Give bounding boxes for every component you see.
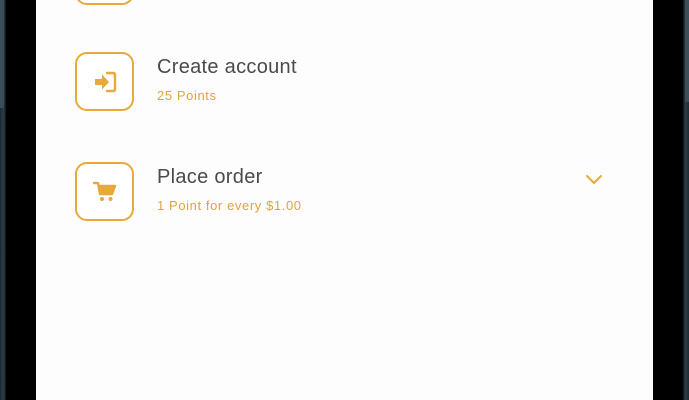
reward-points: 25 Points: [157, 88, 217, 103]
phone-frame: Create account 25 Points Place order 1 P…: [0, 0, 689, 400]
reward-item-create-account[interactable]: Create account 25 Points: [36, 50, 653, 130]
sign-in-icon: [94, 71, 116, 92]
reward-title: Create account: [157, 56, 297, 78]
reward-title: Place order: [157, 166, 263, 188]
reward-item-place-order[interactable]: Place order 1 Point for every $1.00: [36, 160, 653, 240]
phone-side-button-left: [0, 0, 4, 108]
cart-icon: [92, 181, 116, 201]
previous-item-icon-box: [75, 0, 134, 5]
reward-icon-box: [75, 52, 134, 111]
phone-side-button-right: [685, 0, 689, 102]
reward-icon-box: [75, 162, 134, 221]
chevron-down-icon[interactable]: [584, 172, 604, 186]
app-screen: Create account 25 Points Place order 1 P…: [36, 0, 653, 400]
reward-points: 1 Point for every $1.00: [157, 198, 302, 213]
